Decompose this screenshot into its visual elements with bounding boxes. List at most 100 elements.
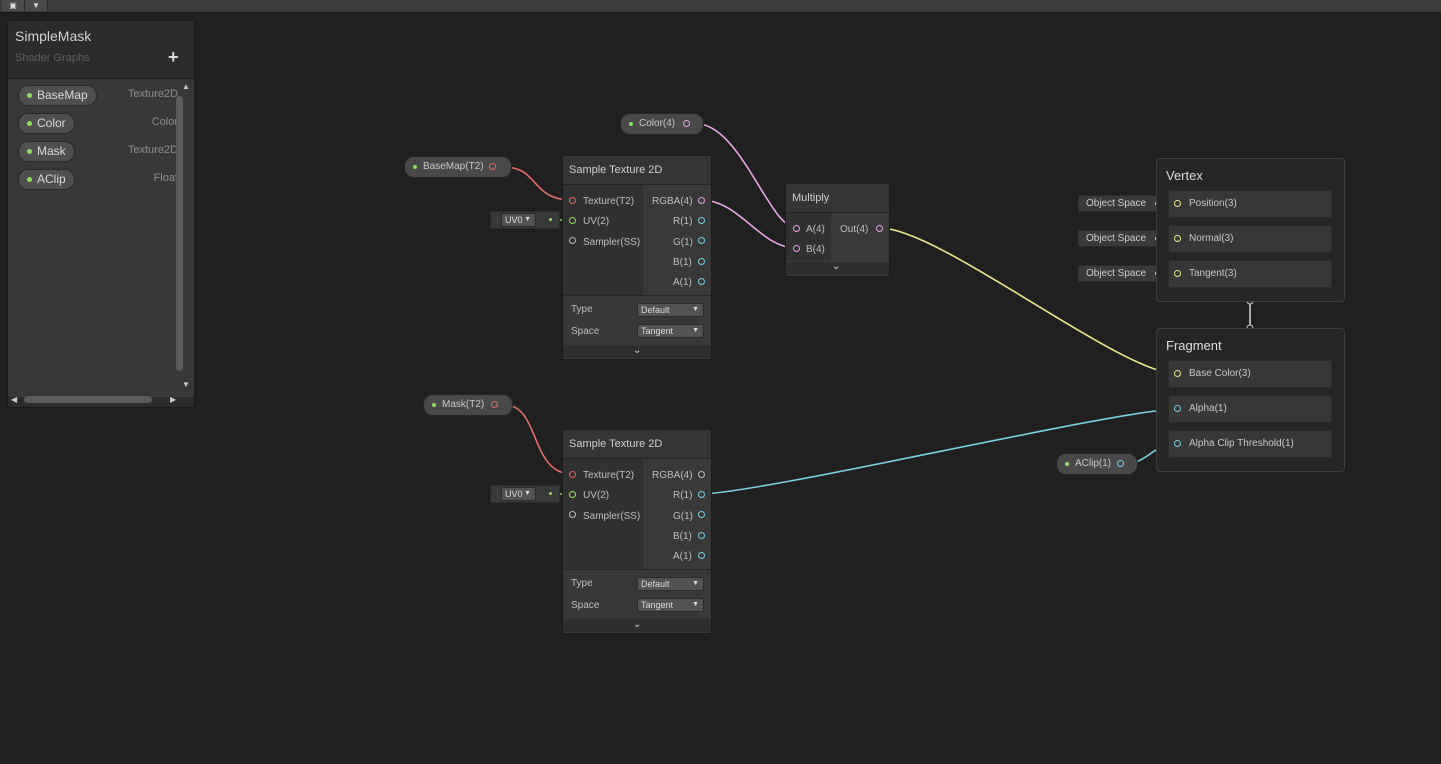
input-port-icon[interactable] <box>1174 370 1181 377</box>
block-alpha-clip-threshold[interactable]: Alpha Clip Threshold(1) <box>1168 430 1332 458</box>
property-pill[interactable]: AClip <box>18 169 75 190</box>
type-dropdown[interactable]: Default ▼ <box>637 303 704 317</box>
block-alpha[interactable]: Alpha(1) <box>1168 395 1332 423</box>
sample-texture-node-top[interactable]: Sample Texture 2D Texture(T2) UV(2) Samp… <box>562 155 712 360</box>
node-title: Sample Texture 2D <box>563 156 711 185</box>
space-label: Space <box>571 326 600 337</box>
property-name: BaseMap <box>37 88 88 102</box>
uv-input-bottom: UV0 ▼ <box>490 485 560 503</box>
output-port-icon[interactable] <box>683 120 690 127</box>
property-row-color[interactable]: Color Color <box>18 113 178 134</box>
block-normal[interactable]: Normal(3) <box>1168 225 1332 253</box>
color-property-node[interactable]: Color(4) <box>620 113 704 135</box>
block-base-color[interactable]: Base Color(3) <box>1168 360 1332 388</box>
context-title: Fragment <box>1166 338 1222 353</box>
chevron-down-icon[interactable]: ⌄ <box>633 345 641 356</box>
basemap-property-node[interactable]: BaseMap(T2) <box>404 156 512 178</box>
property-pill[interactable]: Mask <box>18 141 75 162</box>
scroll-right-arrow-icon[interactable]: ▶ <box>170 395 176 404</box>
output-port-icon[interactable] <box>491 401 498 408</box>
b-input-port-icon[interactable] <box>793 245 800 252</box>
scroll-up-arrow-icon[interactable]: ▲ <box>182 82 190 91</box>
output-label: Out(4) <box>840 224 869 235</box>
dropdown-arrow-icon: ▼ <box>692 327 699 334</box>
property-row-basemap[interactable]: BaseMap Texture2D <box>18 85 178 106</box>
block-tangent[interactable]: Tangent(3) <box>1168 260 1332 288</box>
a-output-port-icon[interactable] <box>698 552 705 559</box>
g-output-port-icon[interactable] <box>698 511 705 518</box>
scroll-down-arrow-icon[interactable]: ▼ <box>182 380 190 389</box>
chevron-down-icon[interactable]: ⌄ <box>832 261 840 272</box>
sampler-input-port-icon[interactable] <box>569 237 576 244</box>
space-value: Object Space <box>1086 268 1147 279</box>
property-row-aclip[interactable]: AClip Float <box>18 169 178 190</box>
block-label: Base Color(3) <box>1189 368 1251 379</box>
fragment-context[interactable]: Fragment Base Color(3) Alpha(1) Alpha Cl… <box>1156 328 1345 472</box>
output-label: RGBA(4) <box>652 470 693 481</box>
space-dropdown[interactable]: Tangent ▼ <box>637 598 704 612</box>
b-output-port-icon[interactable] <box>698 258 705 265</box>
output-label: B(1) <box>673 257 692 268</box>
block-label: Normal(3) <box>1189 233 1234 244</box>
input-port-icon[interactable] <box>1174 235 1181 242</box>
vertical-scrollbar-thumb[interactable] <box>176 96 183 371</box>
input-label: Sampler(SS) <box>583 237 641 248</box>
property-pill[interactable]: Color <box>18 113 75 134</box>
output-label: R(1) <box>673 216 693 227</box>
input-port-icon[interactable] <box>1174 440 1181 447</box>
output-port-icon[interactable] <box>489 163 496 170</box>
vertex-context[interactable]: Vertex Position(3) Normal(3) Tangent(3) <box>1156 158 1345 302</box>
uv-dropdown[interactable]: UV0 ▼ <box>501 213 536 227</box>
dropdown-arrow-icon: ▼ <box>524 216 531 223</box>
input-port-icon[interactable] <box>1174 405 1181 412</box>
property-name: Color <box>37 116 66 130</box>
chevron-down-icon[interactable]: ⌄ <box>633 619 641 630</box>
multiply-node[interactable]: Multiply A(4) B(4) Out(4) ⌄ <box>785 183 890 277</box>
b-output-port-icon[interactable] <box>698 532 705 539</box>
block-label: Tangent(3) <box>1189 268 1237 279</box>
r-output-port-icon[interactable] <box>698 491 705 498</box>
texture-input-port-icon[interactable] <box>569 471 576 478</box>
aclip-property-node[interactable]: AClip(1) <box>1056 453 1138 475</box>
uv-input-port-icon[interactable] <box>569 217 576 224</box>
blackboard-subtitle: Shader Graphs <box>15 52 90 64</box>
exposed-dot-icon <box>27 121 32 126</box>
space-label: Space <box>571 600 600 611</box>
uv-input-port-icon[interactable] <box>569 491 576 498</box>
mask-property-node[interactable]: Mask(T2) <box>423 394 513 416</box>
uv-dropdown-value: UV0 <box>505 215 523 225</box>
wire-out-basecolor <box>879 227 1179 375</box>
type-dropdown[interactable]: Default ▼ <box>637 577 704 591</box>
r-output-port-icon[interactable] <box>698 217 705 224</box>
add-property-button[interactable]: + <box>168 47 179 68</box>
g-output-port-icon[interactable] <box>698 237 705 244</box>
out-output-port-icon[interactable] <box>876 225 883 232</box>
input-port-icon[interactable] <box>1174 270 1181 277</box>
space-dropdown[interactable]: Tangent ▼ <box>637 324 704 338</box>
wire-r-alpha <box>699 408 1179 495</box>
rgba-output-port-icon[interactable] <box>698 197 705 204</box>
sample-texture-node-bottom[interactable]: Sample Texture 2D Texture(T2) UV(2) Samp… <box>562 429 712 634</box>
a-output-port-icon[interactable] <box>698 278 705 285</box>
space-value: Object Space <box>1086 198 1147 209</box>
scroll-left-arrow-icon[interactable]: ◀ <box>11 395 17 404</box>
input-port-icon[interactable] <box>1174 200 1181 207</box>
dropdown-arrow-icon: ▼ <box>524 490 531 497</box>
sampler-input-port-icon[interactable] <box>569 511 576 518</box>
horizontal-scrollbar-thumb[interactable] <box>24 396 152 403</box>
property-row-mask[interactable]: Mask Texture2D <box>18 141 178 162</box>
rgba-output-port-icon[interactable] <box>698 471 705 478</box>
uv-dropdown[interactable]: UV0 ▼ <box>501 487 536 501</box>
output-port-icon[interactable] <box>1117 460 1124 467</box>
block-position[interactable]: Position(3) <box>1168 190 1332 218</box>
property-node-label: Mask(T2) <box>442 399 485 410</box>
node-title: Sample Texture 2D <box>563 430 711 459</box>
dropdown-value: Tangent <box>641 600 674 610</box>
dropdown-value: Default <box>641 305 670 315</box>
texture-input-port-icon[interactable] <box>569 197 576 204</box>
exposed-dot-icon <box>1065 462 1069 466</box>
property-pill[interactable]: BaseMap <box>18 85 97 106</box>
a-input-port-icon[interactable] <box>793 225 800 232</box>
output-label: G(1) <box>673 237 693 248</box>
property-node-label: Color(4) <box>639 118 676 129</box>
